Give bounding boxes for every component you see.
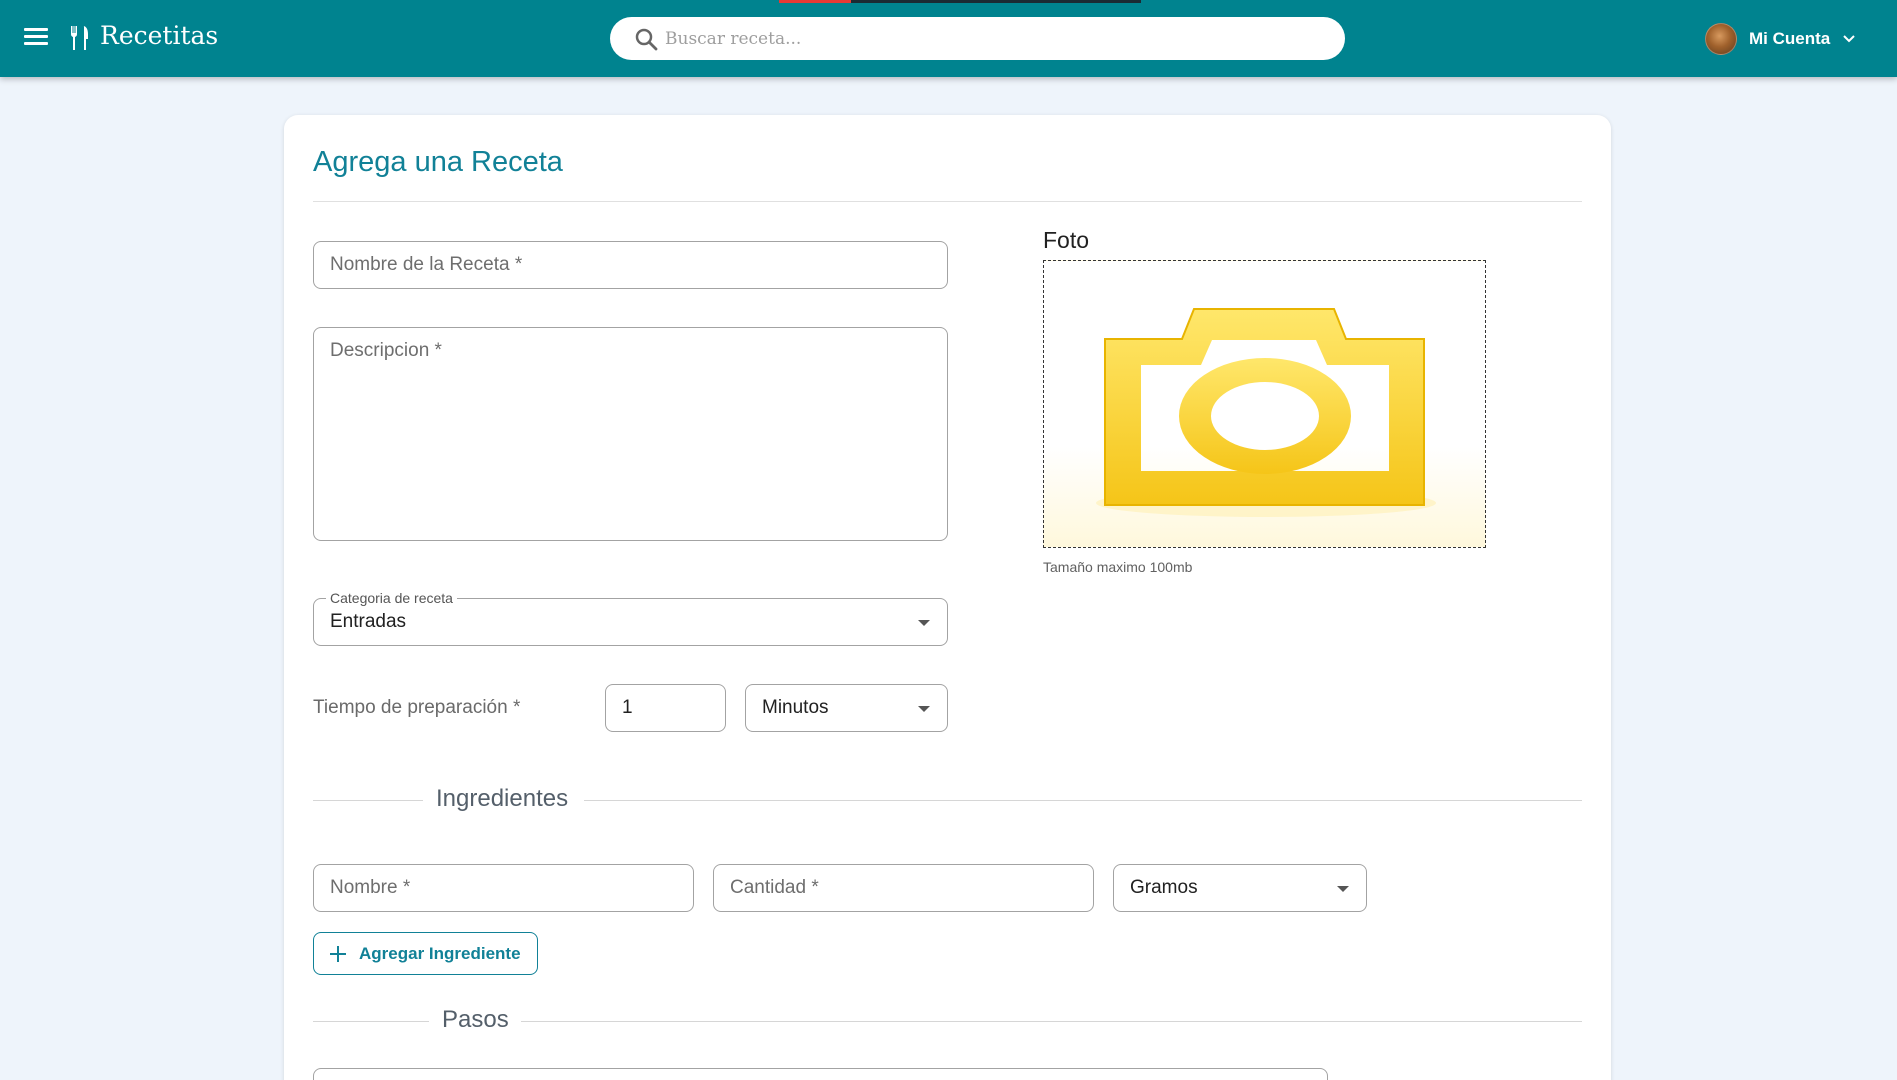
category-select[interactable]: Categoria de receta Entradas bbox=[313, 590, 948, 646]
prep-time-label: Tiempo de preparación * bbox=[313, 697, 521, 718]
chevron-down-icon[interactable] bbox=[1842, 32, 1856, 46]
app-title[interactable]: Recetitas bbox=[100, 21, 218, 50]
photo-size-hint: Tamaño maximo 100mb bbox=[1043, 559, 1193, 575]
account-label[interactable]: Mi Cuenta bbox=[1749, 29, 1830, 49]
recipe-form-card: Agrega una Receta Categoria de receta En… bbox=[284, 115, 1611, 1080]
ingredient-unit-select[interactable]: Gramos bbox=[1113, 864, 1367, 912]
fork-knife-icon bbox=[70, 26, 88, 50]
search-icon[interactable] bbox=[634, 27, 658, 51]
step-input-field[interactable] bbox=[313, 1068, 1328, 1080]
description-field bbox=[313, 327, 948, 541]
plus-icon bbox=[330, 945, 346, 962]
page-title: Agrega una Receta bbox=[313, 146, 563, 178]
ingredient-unit-value: Gramos bbox=[1130, 877, 1198, 898]
prep-time-input[interactable] bbox=[622, 685, 717, 731]
add-ingredient-label: Agregar Ingrediente bbox=[359, 943, 521, 963]
loading-progress-track bbox=[851, 0, 1141, 3]
ingredients-section-header: Ingredientes bbox=[313, 785, 1582, 815]
prep-unit-select[interactable]: Minutos bbox=[745, 684, 948, 732]
search-input[interactable] bbox=[665, 17, 1325, 60]
menu-icon[interactable] bbox=[24, 28, 48, 48]
recipe-name-input[interactable] bbox=[330, 242, 930, 288]
category-value: Entradas bbox=[330, 611, 407, 632]
ingredient-name-input[interactable] bbox=[330, 865, 680, 911]
ingredients-section-title: Ingredientes bbox=[436, 785, 569, 812]
dropdown-caret-icon bbox=[918, 706, 930, 712]
ingredient-name-field bbox=[313, 864, 694, 912]
ingredient-quantity-field bbox=[713, 864, 1094, 912]
description-input[interactable] bbox=[330, 340, 930, 530]
avatar[interactable] bbox=[1705, 23, 1737, 55]
title-divider bbox=[313, 201, 1582, 202]
loading-progress-indicator bbox=[779, 0, 851, 3]
dropdown-caret-icon bbox=[1337, 886, 1349, 892]
add-ingredient-button[interactable]: Agregar Ingrediente bbox=[313, 932, 538, 975]
app-bar: Recetitas Mi Cuenta bbox=[0, 0, 1897, 77]
camera-icon bbox=[1096, 308, 1436, 517]
photo-label: Foto bbox=[1043, 227, 1090, 253]
prep-unit-value: Minutos bbox=[762, 697, 829, 718]
account-menu[interactable]: Mi Cuenta bbox=[1705, 22, 1856, 56]
category-label: Categoria de receta bbox=[326, 590, 457, 606]
dropdown-caret-icon bbox=[918, 620, 930, 626]
search-bar bbox=[610, 17, 1345, 60]
ingredient-quantity-input[interactable] bbox=[730, 865, 1080, 911]
photo-upload-area[interactable] bbox=[1043, 260, 1486, 548]
steps-section-header: Pasos bbox=[313, 1006, 1582, 1036]
steps-section-title: Pasos bbox=[442, 1006, 509, 1033]
prep-time-field bbox=[605, 684, 726, 732]
recipe-name-field bbox=[313, 241, 948, 289]
